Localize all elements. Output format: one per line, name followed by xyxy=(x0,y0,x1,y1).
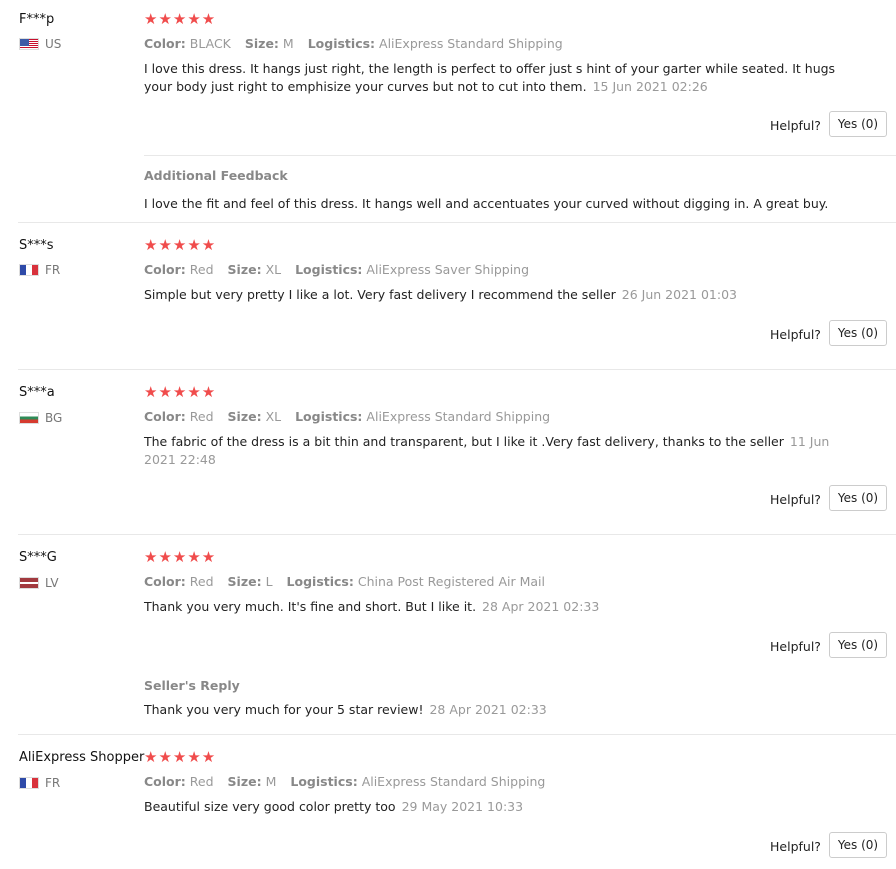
logistics-value: AliExpress Saver Shipping xyxy=(366,262,530,277)
review-text: Simple but very pretty I like a lot. Ver… xyxy=(144,286,844,304)
reviewer-country: FR xyxy=(19,776,60,790)
logistics-label: Logistics: xyxy=(307,36,376,51)
seller-reply-heading: Seller's Reply xyxy=(144,678,240,693)
review-date: 28 Apr 2021 02:33 xyxy=(482,599,600,614)
reviewer-country: US xyxy=(19,37,61,51)
seller-reply-date: 28 Apr 2021 02:33 xyxy=(429,702,547,717)
color-value: Red xyxy=(189,574,214,589)
flag-fr-icon xyxy=(19,264,39,276)
flag-us-icon xyxy=(19,38,39,50)
country-code: FR xyxy=(45,263,61,277)
star-rating: ★★★★★ xyxy=(144,10,217,28)
review-text: The fabric of the dress is a bit thin an… xyxy=(144,433,844,469)
helpful-yes-button[interactable]: Yes (0) xyxy=(829,632,887,658)
color-label: Color: xyxy=(144,262,186,277)
flag-lv-icon xyxy=(19,577,39,589)
logistics-label: Logistics: xyxy=(295,262,363,277)
helpful-yes-button[interactable]: Yes (0) xyxy=(829,485,887,511)
star-rating: ★★★★★ xyxy=(144,383,217,401)
helpful-label: Helpful? xyxy=(770,639,821,654)
size-value: XL xyxy=(265,409,282,424)
reviewer-name: S***a xyxy=(19,385,55,400)
review-attributes: Color: Red Size: XL Logistics: AliExpress … xyxy=(144,262,529,277)
review-date: 26 Jun 2021 01:03 xyxy=(621,287,737,302)
review-divider xyxy=(18,222,896,223)
review-body: Simple but very pretty I like a lot. Ver… xyxy=(144,287,616,302)
country-code: US xyxy=(45,37,62,51)
size-value: XL xyxy=(265,262,282,277)
color-label: Color: xyxy=(144,574,186,589)
reviewer-country: FR xyxy=(19,263,60,277)
size-value: M xyxy=(265,774,277,789)
review-body: Thank you very much. It's fine and short… xyxy=(144,599,477,614)
reviewer-country: BG xyxy=(19,411,62,425)
logistics-value: China Post Registered Air Mail xyxy=(357,574,545,589)
helpful-yes-button[interactable]: Yes (0) xyxy=(829,111,887,137)
helpful-yes-button[interactable]: Yes (0) xyxy=(829,320,887,346)
logistics-label: Logistics: xyxy=(286,574,354,589)
color-label: Color: xyxy=(144,36,186,51)
star-rating: ★★★★★ xyxy=(144,548,217,566)
logistics-value: AliExpress Standard Shipping xyxy=(361,774,546,789)
seller-reply-text: Thank you very much for your 5 star revi… xyxy=(144,701,844,719)
review-body: Beautiful size very good color pretty to… xyxy=(144,799,396,814)
size-label: Size: xyxy=(227,774,262,789)
review-attributes: Color: BLACK Size: M Logistics: AliExpress… xyxy=(144,36,563,51)
logistics-value: AliExpress Standard Shipping xyxy=(366,409,551,424)
color-value: Red xyxy=(189,774,214,789)
size-value: M xyxy=(282,36,294,51)
country-code: LV xyxy=(45,576,59,590)
logistics-label: Logistics: xyxy=(295,409,363,424)
review-text: I love this dress. It hangs just right, … xyxy=(144,60,844,96)
seller-reply-body: Thank you very much for your 5 star revi… xyxy=(144,702,424,717)
review-body: The fabric of the dress is a bit thin an… xyxy=(144,434,784,449)
review-divider xyxy=(18,534,896,535)
review-text: Thank you very much. It's fine and short… xyxy=(144,598,844,616)
star-rating: ★★★★★ xyxy=(144,236,217,254)
review-attributes: Color: Red Size: XL Logistics: AliExpress … xyxy=(144,409,550,424)
country-code: FR xyxy=(45,776,61,790)
color-value: Red xyxy=(189,262,214,277)
review-divider xyxy=(18,369,896,370)
color-value: Red xyxy=(189,409,214,424)
helpful-label: Helpful? xyxy=(770,327,821,342)
color-label: Color: xyxy=(144,774,186,789)
review-body: I love this dress. It hangs just right, … xyxy=(144,61,836,94)
reviewer-name: F***p xyxy=(19,12,55,27)
logistics-value: AliExpress Standard Shipping xyxy=(379,36,563,51)
country-code: BG xyxy=(45,411,63,425)
color-label: Color: xyxy=(144,409,186,424)
review-divider xyxy=(18,734,896,735)
size-value: L xyxy=(265,574,273,589)
size-label: Size: xyxy=(227,262,262,277)
review-attributes: Color: Red Size: M Logistics: AliExpress S… xyxy=(144,774,545,789)
reviewer-name: AliExpress Shopper xyxy=(19,750,145,765)
review-text: Beautiful size very good color pretty to… xyxy=(144,798,844,816)
reviewer-name: S***s xyxy=(19,238,54,253)
reviewer-name: S***G xyxy=(19,550,57,565)
size-label: Size: xyxy=(227,574,262,589)
logistics-label: Logistics: xyxy=(290,774,358,789)
helpful-yes-button[interactable]: Yes (0) xyxy=(829,832,887,858)
flag-fr-icon xyxy=(19,777,39,789)
helpful-label: Helpful? xyxy=(770,118,821,133)
flag-bg-icon xyxy=(19,412,39,424)
size-label: Size: xyxy=(227,409,262,424)
star-rating: ★★★★★ xyxy=(144,748,217,766)
additional-feedback-text: I love the fit and feel of this dress. I… xyxy=(144,196,829,211)
divider xyxy=(144,155,896,156)
additional-feedback-heading: Additional Feedback xyxy=(144,168,288,183)
reviewer-country: LV xyxy=(19,576,59,590)
review-attributes: Color: Red Size: L Logistics: China Post R… xyxy=(144,574,545,589)
review-date: 29 May 2021 10:33 xyxy=(401,799,524,814)
review-date: 15 Jun 2021 02:26 xyxy=(592,79,708,94)
size-label: Size: xyxy=(244,36,279,51)
helpful-label: Helpful? xyxy=(770,492,821,507)
helpful-label: Helpful? xyxy=(770,839,821,854)
color-value: BLACK xyxy=(189,36,231,51)
